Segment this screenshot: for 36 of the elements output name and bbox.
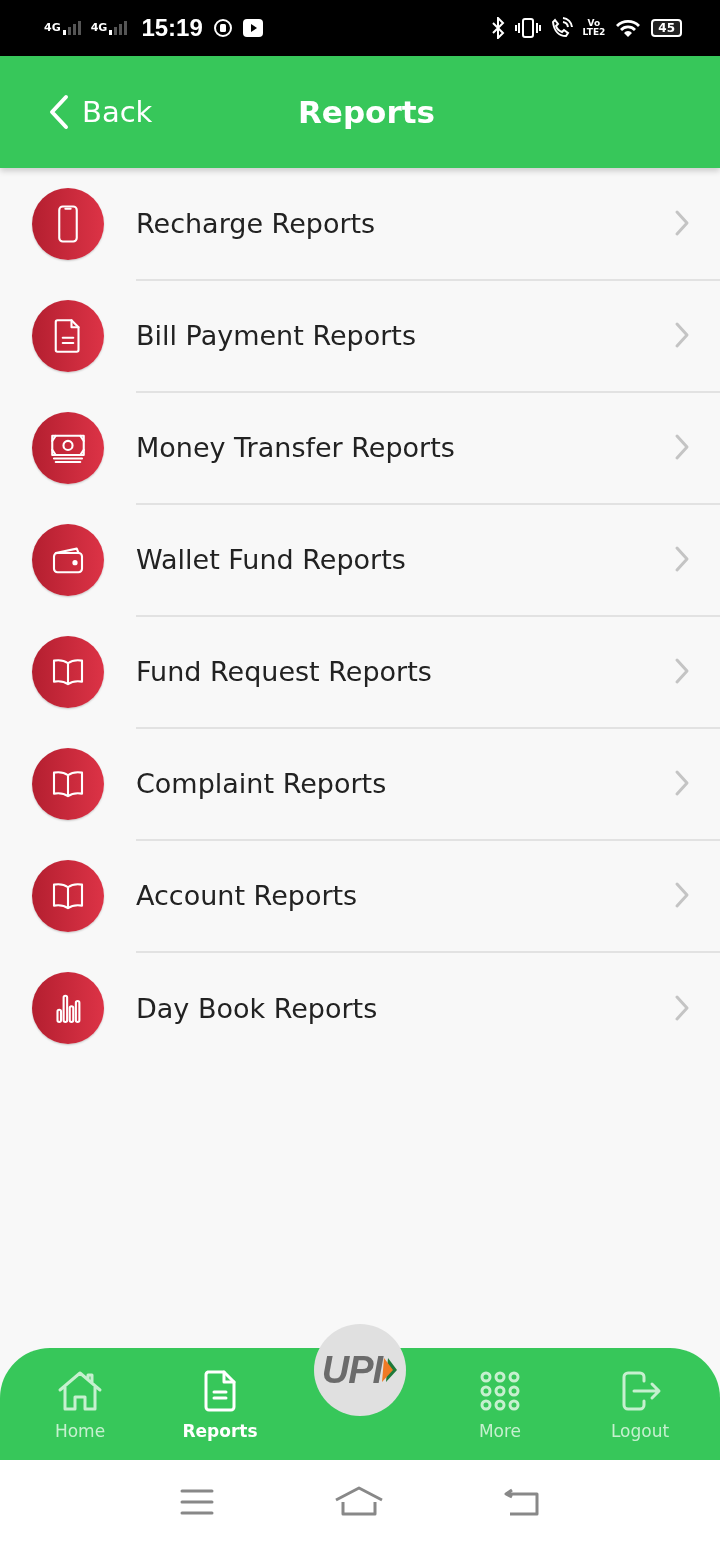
- network-type: 4G: [90, 21, 108, 34]
- network-type: 4G: [44, 21, 61, 34]
- menu-item[interactable]: Account Reports: [136, 879, 674, 911]
- chevron-right-icon: [674, 433, 690, 461]
- chevron-right-icon: [674, 545, 690, 573]
- menu-item[interactable]: Fund Request Reports: [136, 655, 674, 687]
- menu-icon[interactable]: [180, 1488, 214, 1516]
- menu-item[interactable]: Recharge Reports: [136, 207, 674, 239]
- back-icon[interactable]: [504, 1488, 540, 1516]
- signal-icon: [109, 21, 128, 35]
- play-icon: [242, 19, 263, 37]
- signal-icon: [62, 21, 81, 35]
- battery-indicator: 45: [651, 19, 682, 37]
- chevron-right-icon: [674, 321, 690, 349]
- menu-item[interactable]: Wallet Fund Reports: [136, 543, 674, 575]
- home-icon[interactable]: [334, 1486, 384, 1518]
- bluetooth-icon: [490, 17, 505, 39]
- chevron-right-icon: [674, 994, 690, 1022]
- page-title: Reports: [298, 94, 435, 130]
- wifi-call-icon: [550, 17, 573, 39]
- menu-item[interactable]: Day Book Reports: [136, 992, 674, 1024]
- volte-label: Vo LTE2: [582, 19, 606, 37]
- menu-item[interactable]: Money Transfer Reports: [136, 431, 674, 463]
- upi-button[interactable]: UPI: [314, 1324, 406, 1416]
- menu-item[interactable]: Complaint Reports: [136, 767, 674, 799]
- clock: 15:19: [141, 14, 203, 42]
- tricolor-arrow-icon: [382, 1357, 399, 1383]
- chevron-right-icon: [674, 209, 690, 237]
- vibrate-icon: [514, 17, 541, 39]
- chevron-right-icon: [674, 881, 690, 909]
- chevron-right-icon: [674, 657, 690, 685]
- wifi-icon: [615, 18, 642, 38]
- chevron-right-icon: [674, 769, 690, 797]
- chat-icon: [212, 18, 233, 38]
- menu-item[interactable]: Bill Payment Reports: [136, 319, 674, 351]
- chevron-left-icon: [48, 94, 70, 130]
